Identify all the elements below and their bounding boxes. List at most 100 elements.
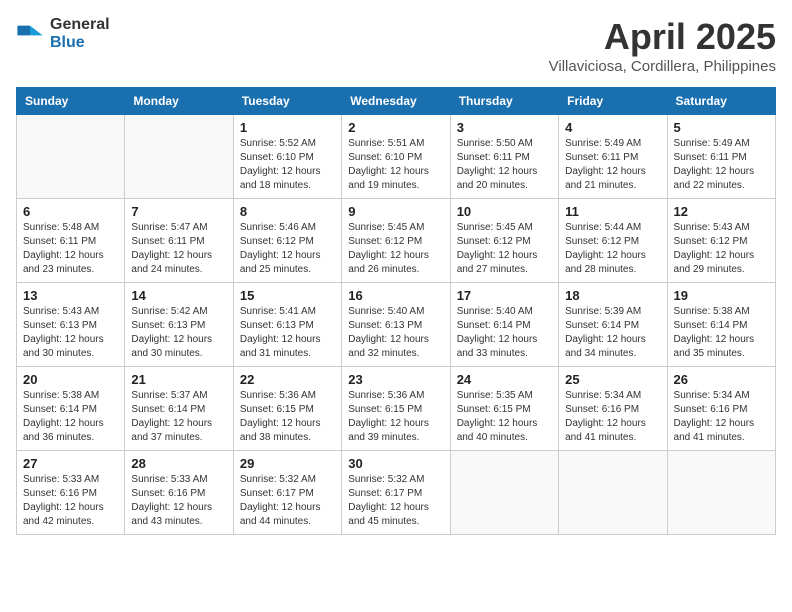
calendar-cell: 1 Sunrise: 5:52 AM Sunset: 6:10 PM Daylig…: [233, 115, 341, 199]
day-info: Sunrise: 5:49 AM Sunset: 6:11 PM Dayligh…: [565, 137, 660, 193]
calendar-week-2: 6Sunrise: 5:48 AM Sunset: 6:11 PM Daylig…: [17, 199, 776, 283]
day-number: 25: [565, 372, 660, 387]
day-info: Sunrise: 5:32 AM Sunset: 6:17 PM Dayligh…: [240, 473, 335, 529]
title-area: April 2025 Villaviciosa, Cordillera, Phi…: [549, 16, 776, 75]
day-number: 15: [240, 288, 335, 303]
calendar-cell: 30 Sunrise: 5:32 AM Sunset: 6:17 PM Dayli…: [342, 451, 450, 535]
day-info: Sunrise: 5:32 AM Sunset: 6:17 PM Dayligh…: [348, 473, 443, 529]
calendar-subtitle: Villaviciosa, Cordillera, Philippines: [549, 58, 776, 75]
day-info: Sunrise: 5:36 AM Sunset: 6:15 PM Dayligh…: [348, 389, 443, 445]
calendar-cell: 14 Sunrise: 5:42 AM Sunset: 6:13 PM Dayli…: [125, 283, 233, 367]
day-info: Sunrise: 5:49 AM Sunset: 6:11 PM Dayligh…: [674, 137, 769, 193]
day-number: 16: [348, 288, 443, 303]
calendar-cell: 23 Sunrise: 5:36 AM Sunset: 6:15 PM Dayli…: [342, 367, 450, 451]
day-info: Sunrise: 5:36 AM Sunset: 6:15 PM Dayligh…: [240, 389, 335, 445]
day-number: 4: [565, 120, 660, 135]
day-info: Sunrise: 5:39 AM Sunset: 6:14 PM Dayligh…: [565, 305, 660, 361]
calendar-cell: 20 Sunrise: 5:38 AM Sunset: 6:14 PM Dayli…: [17, 367, 125, 451]
day-number: 8: [240, 204, 335, 219]
calendar-table: SundayMondayTuesdayWednesdayThursdayFrid…: [16, 87, 776, 535]
day-number: 27: [23, 456, 118, 471]
day-info: Sunrise: 5:45 AM Sunset: 6:12 PM Dayligh…: [348, 221, 443, 277]
calendar-cell: 8 Sunrise: 5:46 AM Sunset: 6:12 PM Daylig…: [233, 199, 341, 283]
calendar-week-4: 20 Sunrise: 5:38 AM Sunset: 6:14 PM Dayli…: [17, 367, 776, 451]
calendar-cell: 22Sunrise: 5:36 AM Sunset: 6:15 PM Dayli…: [233, 367, 341, 451]
calendar-cell: 5 Sunrise: 5:49 AM Sunset: 6:11 PM Daylig…: [667, 115, 775, 199]
calendar-cell: [17, 115, 125, 199]
calendar-cell: 10 Sunrise: 5:45 AM Sunset: 6:12 PM Dayli…: [450, 199, 558, 283]
day-number: 5: [674, 120, 769, 135]
day-number: 24: [457, 372, 552, 387]
calendar-week-1: 1 Sunrise: 5:52 AM Sunset: 6:10 PM Daylig…: [17, 115, 776, 199]
weekday-header-wednesday: Wednesday: [342, 88, 450, 115]
calendar-cell: [559, 451, 667, 535]
calendar-cell: 21Sunrise: 5:37 AM Sunset: 6:14 PM Dayli…: [125, 367, 233, 451]
logo-text: General Blue: [50, 16, 110, 51]
calendar-cell: [125, 115, 233, 199]
day-info: Sunrise: 5:42 AM Sunset: 6:13 PM Dayligh…: [131, 305, 226, 361]
day-info: Sunrise: 5:52 AM Sunset: 6:10 PM Dayligh…: [240, 137, 335, 193]
calendar-cell: 28 Sunrise: 5:33 AM Sunset: 6:16 PM Dayli…: [125, 451, 233, 535]
day-number: 2: [348, 120, 443, 135]
day-info: Sunrise: 5:33 AM Sunset: 6:16 PM Dayligh…: [131, 473, 226, 529]
day-number: 19: [674, 288, 769, 303]
calendar-cell: 17Sunrise: 5:40 AM Sunset: 6:14 PM Dayli…: [450, 283, 558, 367]
day-number: 9: [348, 204, 443, 219]
day-info: Sunrise: 5:34 AM Sunset: 6:16 PM Dayligh…: [674, 389, 769, 445]
calendar-cell: 7Sunrise: 5:47 AM Sunset: 6:11 PM Daylig…: [125, 199, 233, 283]
day-number: 13: [23, 288, 118, 303]
day-number: 30: [348, 456, 443, 471]
weekday-header-tuesday: Tuesday: [233, 88, 341, 115]
day-number: 11: [565, 204, 660, 219]
calendar-cell: 16 Sunrise: 5:40 AM Sunset: 6:13 PM Dayli…: [342, 283, 450, 367]
day-info: Sunrise: 5:43 AM Sunset: 6:12 PM Dayligh…: [674, 221, 769, 277]
calendar-cell: 12 Sunrise: 5:43 AM Sunset: 6:12 PM Dayli…: [667, 199, 775, 283]
day-number: 20: [23, 372, 118, 387]
weekday-header-friday: Friday: [559, 88, 667, 115]
day-info: Sunrise: 5:34 AM Sunset: 6:16 PM Dayligh…: [565, 389, 660, 445]
calendar-cell: 2 Sunrise: 5:51 AM Sunset: 6:10 PM Daylig…: [342, 115, 450, 199]
calendar-cell: 11 Sunrise: 5:44 AM Sunset: 6:12 PM Dayli…: [559, 199, 667, 283]
weekday-header-row: SundayMondayTuesdayWednesdayThursdayFrid…: [17, 88, 776, 115]
day-number: 12: [674, 204, 769, 219]
calendar-cell: 18Sunrise: 5:39 AM Sunset: 6:14 PM Dayli…: [559, 283, 667, 367]
day-info: Sunrise: 5:35 AM Sunset: 6:15 PM Dayligh…: [457, 389, 552, 445]
day-number: 3: [457, 120, 552, 135]
calendar-cell: 3 Sunrise: 5:50 AM Sunset: 6:11 PM Daylig…: [450, 115, 558, 199]
day-number: 1: [240, 120, 335, 135]
day-info: Sunrise: 5:50 AM Sunset: 6:11 PM Dayligh…: [457, 137, 552, 193]
weekday-header-thursday: Thursday: [450, 88, 558, 115]
day-number: 29: [240, 456, 335, 471]
day-info: Sunrise: 5:40 AM Sunset: 6:14 PM Dayligh…: [457, 305, 552, 361]
calendar-cell: 24 Sunrise: 5:35 AM Sunset: 6:15 PM Dayli…: [450, 367, 558, 451]
day-info: Sunrise: 5:46 AM Sunset: 6:12 PM Dayligh…: [240, 221, 335, 277]
day-info: Sunrise: 5:45 AM Sunset: 6:12 PM Dayligh…: [457, 221, 552, 277]
day-info: Sunrise: 5:51 AM Sunset: 6:10 PM Dayligh…: [348, 137, 443, 193]
day-number: 28: [131, 456, 226, 471]
calendar-cell: 26 Sunrise: 5:34 AM Sunset: 6:16 PM Dayli…: [667, 367, 775, 451]
calendar-title: April 2025: [549, 16, 776, 58]
weekday-header-saturday: Saturday: [667, 88, 775, 115]
day-info: Sunrise: 5:38 AM Sunset: 6:14 PM Dayligh…: [23, 389, 118, 445]
day-number: 6: [23, 204, 118, 219]
calendar-cell: [450, 451, 558, 535]
weekday-header-sunday: Sunday: [17, 88, 125, 115]
day-number: 26: [674, 372, 769, 387]
day-number: 10: [457, 204, 552, 219]
day-number: 21: [131, 372, 226, 387]
day-info: Sunrise: 5:33 AM Sunset: 6:16 PM Dayligh…: [23, 473, 118, 529]
calendar-cell: 27 Sunrise: 5:33 AM Sunset: 6:16 PM Dayli…: [17, 451, 125, 535]
weekday-header-monday: Monday: [125, 88, 233, 115]
day-info: Sunrise: 5:38 AM Sunset: 6:14 PM Dayligh…: [674, 305, 769, 361]
day-info: Sunrise: 5:44 AM Sunset: 6:12 PM Dayligh…: [565, 221, 660, 277]
day-info: Sunrise: 5:40 AM Sunset: 6:13 PM Dayligh…: [348, 305, 443, 361]
calendar-cell: 4 Sunrise: 5:49 AM Sunset: 6:11 PM Daylig…: [559, 115, 667, 199]
calendar-week-5: 27 Sunrise: 5:33 AM Sunset: 6:16 PM Dayli…: [17, 451, 776, 535]
day-info: Sunrise: 5:47 AM Sunset: 6:11 PM Dayligh…: [131, 221, 226, 277]
logo-icon: [16, 20, 44, 48]
day-number: 14: [131, 288, 226, 303]
day-number: 23: [348, 372, 443, 387]
day-info: Sunrise: 5:43 AM Sunset: 6:13 PM Dayligh…: [23, 305, 118, 361]
calendar-cell: 15Sunrise: 5:41 AM Sunset: 6:13 PM Dayli…: [233, 283, 341, 367]
calendar-cell: 19 Sunrise: 5:38 AM Sunset: 6:14 PM Dayli…: [667, 283, 775, 367]
